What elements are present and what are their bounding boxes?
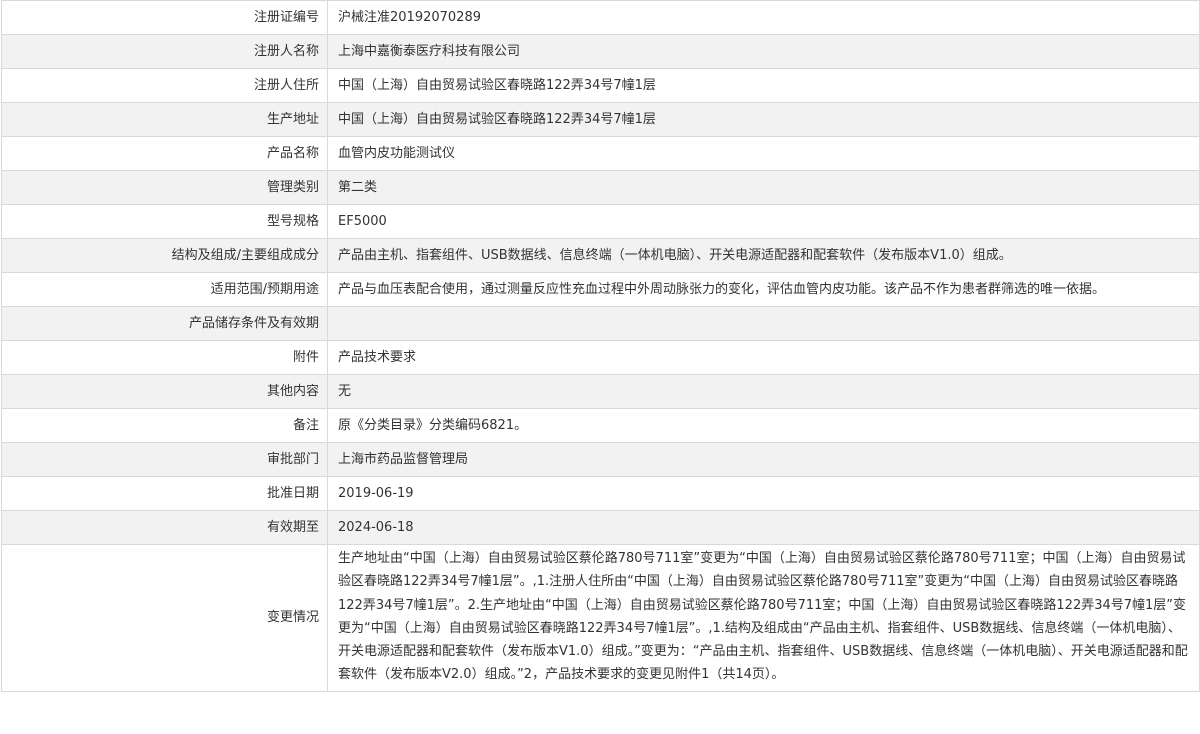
- row-value: 第二类: [327, 170, 1200, 205]
- row-registrant-name: 注册人名称 上海中嘉衡泰医疗科技有限公司: [1, 34, 1200, 69]
- row-label: 其他内容: [1, 374, 328, 409]
- row-label: 结构及组成/主要组成成分: [1, 238, 328, 273]
- row-change-history: 变更情况 生产地址由“中国（上海）自由贸易试验区蔡伦路780号711室”变更为“…: [1, 544, 1200, 692]
- row-label: 备注: [1, 408, 328, 443]
- row-value: 产品与血压表配合使用，通过测量反应性充血过程中外周动脉张力的变化，评估血管内皮功…: [327, 272, 1200, 307]
- row-approval-department: 审批部门 上海市药品监督管理局: [1, 442, 1200, 477]
- row-value: 沪械注准20192070289: [327, 0, 1200, 35]
- row-structure-composition: 结构及组成/主要组成成分 产品由主机、指套组件、USB数据线、信息终端（一体机电…: [1, 238, 1200, 273]
- row-storage-validity: 产品储存条件及有效期: [1, 306, 1200, 341]
- row-label: 批准日期: [1, 476, 328, 511]
- row-label: 注册人名称: [1, 34, 328, 69]
- row-label: 适用范围/预期用途: [1, 272, 328, 307]
- row-label: 型号规格: [1, 204, 328, 239]
- row-value: [327, 306, 1200, 341]
- row-value: 生产地址由“中国（上海）自由贸易试验区蔡伦路780号711室”变更为“中国（上海…: [327, 544, 1200, 692]
- row-value: EF5000: [327, 204, 1200, 239]
- row-label: 附件: [1, 340, 328, 375]
- row-label: 变更情况: [1, 544, 328, 692]
- row-value: 原《分类目录》分类编码6821。: [327, 408, 1200, 443]
- row-value: 2019-06-19: [327, 476, 1200, 511]
- row-value: 上海市药品监督管理局: [327, 442, 1200, 477]
- row-management-category: 管理类别 第二类: [1, 170, 1200, 205]
- row-label: 生产地址: [1, 102, 328, 137]
- row-production-address: 生产地址 中国（上海）自由贸易试验区春晓路122弄34号7幢1层: [1, 102, 1200, 137]
- row-value: 产品技术要求: [327, 340, 1200, 375]
- row-label: 产品名称: [1, 136, 328, 171]
- row-label: 注册人住所: [1, 68, 328, 103]
- row-value: 血管内皮功能测试仪: [327, 136, 1200, 171]
- row-remarks: 备注 原《分类目录》分类编码6821。: [1, 408, 1200, 443]
- row-value: 上海中嘉衡泰医疗科技有限公司: [327, 34, 1200, 69]
- row-label: 产品储存条件及有效期: [1, 306, 328, 341]
- row-value: 中国（上海）自由贸易试验区春晓路122弄34号7幢1层: [327, 102, 1200, 137]
- row-other-content: 其他内容 无: [1, 374, 1200, 409]
- row-registration-number: 注册证编号 沪械注准20192070289: [1, 0, 1200, 35]
- row-value: 无: [327, 374, 1200, 409]
- row-label: 审批部门: [1, 442, 328, 477]
- row-label: 管理类别: [1, 170, 328, 205]
- row-valid-until: 有效期至 2024-06-18: [1, 510, 1200, 545]
- row-product-name: 产品名称 血管内皮功能测试仪: [1, 136, 1200, 171]
- row-value: 产品由主机、指套组件、USB数据线、信息终端（一体机电脑）、开关电源适配器和配套…: [327, 238, 1200, 273]
- row-attachment: 附件 产品技术要求: [1, 340, 1200, 375]
- row-model-spec: 型号规格 EF5000: [1, 204, 1200, 239]
- row-value: 中国（上海）自由贸易试验区春晓路122弄34号7幢1层: [327, 68, 1200, 103]
- row-label: 注册证编号: [1, 0, 328, 35]
- registration-table: 注册证编号 沪械注准20192070289 注册人名称 上海中嘉衡泰医疗科技有限…: [1, 0, 1200, 692]
- row-approval-date: 批准日期 2019-06-19: [1, 476, 1200, 511]
- row-label: 有效期至: [1, 510, 328, 545]
- row-registrant-address: 注册人住所 中国（上海）自由贸易试验区春晓路122弄34号7幢1层: [1, 68, 1200, 103]
- row-value: 2024-06-18: [327, 510, 1200, 545]
- row-scope-intended-use: 适用范围/预期用途 产品与血压表配合使用，通过测量反应性充血过程中外周动脉张力的…: [1, 272, 1200, 307]
